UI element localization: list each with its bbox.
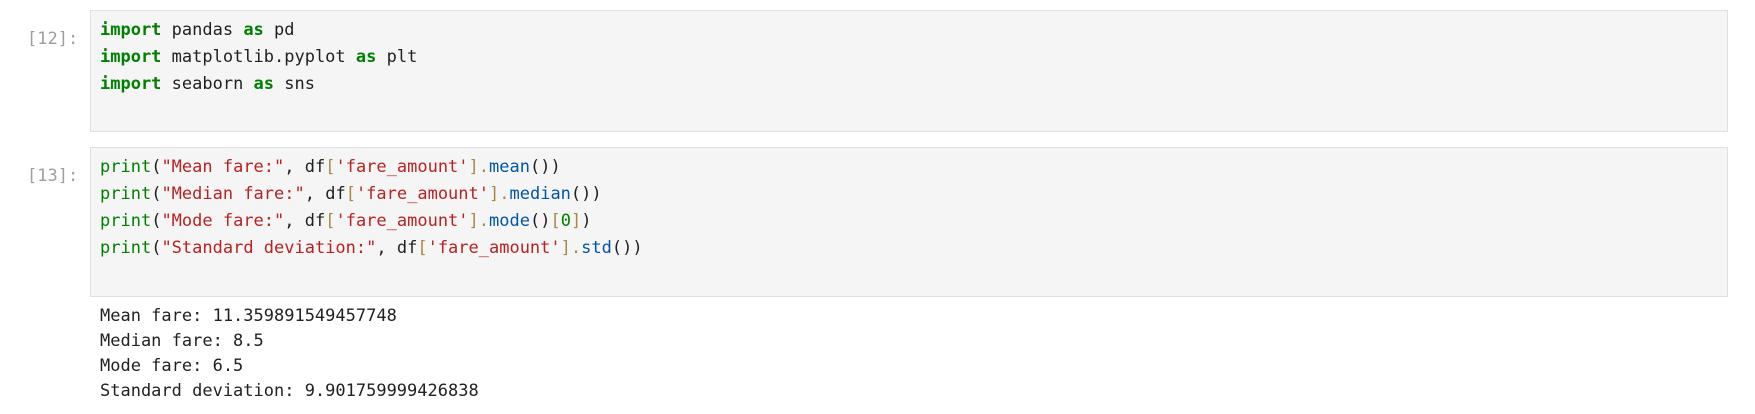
function-token: print xyxy=(100,211,152,231)
method-token: mode xyxy=(489,211,530,231)
code-line: print("Median fare:", df['fare_amount'].… xyxy=(100,181,602,208)
bracket-token: [ xyxy=(325,157,336,177)
bracket-token: [ xyxy=(325,211,336,231)
keyword-token: import xyxy=(100,74,162,94)
code-token: ( xyxy=(151,157,162,177)
string-token: 'fare_amount' xyxy=(355,184,489,204)
bracket-token: [ xyxy=(417,238,428,258)
cell-prompt: [12]: xyxy=(27,29,79,49)
bracket-token: [ xyxy=(345,184,356,204)
bracket-token: [ xyxy=(550,211,561,231)
function-token: print xyxy=(100,157,152,177)
method-token: std xyxy=(581,238,612,258)
bracket-token: ] xyxy=(560,238,571,258)
bracket-token: ] xyxy=(468,157,479,177)
code-line: print("Standard deviation:", df['fare_am… xyxy=(100,235,643,262)
code-token: . xyxy=(570,238,582,258)
code-token: . xyxy=(499,184,510,204)
output-line: Median fare: 8.5 xyxy=(100,331,264,351)
keyword-token: as xyxy=(355,47,377,67)
code-token: , df xyxy=(284,211,326,231)
code-token: sns xyxy=(274,74,315,94)
code-line: import seaborn as sns xyxy=(100,71,315,98)
code-cell-13[interactable]: [13]: print("Mean fare:", df['fare_amoun… xyxy=(0,147,1755,414)
code-editor[interactable]: print("Mean fare:", df['fare_amount'].me… xyxy=(90,147,1728,297)
bracket-token: ] xyxy=(489,184,500,204)
output-line: Standard deviation: 9.901759999426838 xyxy=(100,381,479,401)
string-token: "Standard deviation:" xyxy=(161,238,377,258)
code-token: ( xyxy=(151,211,162,231)
code-token: ( xyxy=(151,184,162,204)
number-token: 0 xyxy=(560,211,571,231)
string-token: 'fare_amount' xyxy=(335,211,469,231)
code-line: import pandas as pd xyxy=(100,17,295,44)
code-token: () xyxy=(529,211,551,231)
code-token: pandas xyxy=(161,20,244,40)
code-line: print("Mean fare:", df['fare_amount'].me… xyxy=(100,154,561,181)
string-token: "Mode fare:" xyxy=(161,211,285,231)
code-line: print("Mode fare:", df['fare_amount'].mo… xyxy=(100,208,591,235)
code-token: ( xyxy=(151,238,162,258)
code-token: , df xyxy=(284,157,326,177)
string-token: 'fare_amount' xyxy=(427,238,561,258)
method-token: mean xyxy=(489,157,530,177)
output-line: Mean fare: 11.359891549457748 xyxy=(100,306,397,326)
keyword-token: as xyxy=(253,74,275,94)
code-token: seaborn xyxy=(161,74,254,94)
string-token: "Mean fare:" xyxy=(161,157,285,177)
code-token: pd xyxy=(263,20,295,40)
code-token: plt xyxy=(376,47,418,67)
code-token: ()) xyxy=(611,238,643,258)
code-token: . xyxy=(478,211,490,231)
function-token: print xyxy=(100,238,152,258)
method-token: median xyxy=(509,184,571,204)
function-token: print xyxy=(100,184,152,204)
code-line: import matplotlib.pyplot as plt xyxy=(100,44,417,71)
code-token: . xyxy=(478,157,490,177)
bracket-token: ] xyxy=(468,211,479,231)
code-cell-12[interactable]: [12]: import pandas as pd import matplot… xyxy=(0,10,1755,132)
code-token: ()) xyxy=(570,184,602,204)
keyword-token: as xyxy=(243,20,264,40)
output-line: Mode fare: 6.5 xyxy=(100,356,244,376)
code-token: ) xyxy=(581,211,592,231)
cell-prompt: [13]: xyxy=(27,166,79,186)
code-token: , df xyxy=(376,238,418,258)
string-token: 'fare_amount' xyxy=(335,157,469,177)
keyword-token: import xyxy=(100,47,162,67)
string-token: "Median fare:" xyxy=(161,184,305,204)
keyword-token: import xyxy=(100,20,162,40)
code-token: ()) xyxy=(529,157,561,177)
code-editor[interactable]: import pandas as pd import matplotlib.py… xyxy=(90,10,1728,132)
code-token: matplotlib.pyplot xyxy=(161,47,356,67)
bracket-token: ] xyxy=(570,211,582,231)
code-token: , df xyxy=(304,184,346,204)
